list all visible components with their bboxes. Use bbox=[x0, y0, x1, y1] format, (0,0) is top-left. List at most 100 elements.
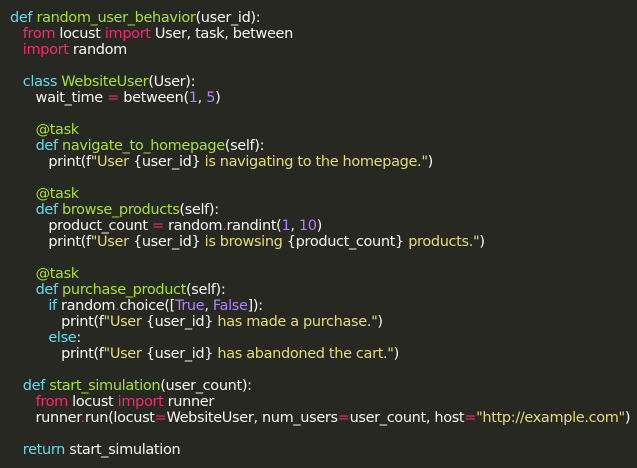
code-token: wait_time bbox=[10, 90, 108, 106]
code-token: navigate_to_homepage bbox=[62, 138, 225, 154]
code-token: print(f bbox=[10, 154, 91, 170]
code-token: product_count bbox=[10, 218, 152, 234]
code-line: if random.choice([True, False]): bbox=[10, 298, 637, 314]
code-token: {user_id} bbox=[132, 154, 201, 170]
code-token: = bbox=[154, 410, 167, 426]
code-token: True bbox=[174, 298, 205, 314]
code-token: {user_id} bbox=[145, 314, 214, 330]
code-token: (self): bbox=[224, 138, 265, 154]
code-line: def browse_products(self): bbox=[10, 202, 637, 218]
code-token: user_count, host bbox=[349, 410, 465, 426]
code-line: def start_simulation(user_count): bbox=[10, 378, 637, 394]
code-token: if bbox=[48, 298, 57, 314]
code-line: class WebsiteUser(User): bbox=[10, 74, 637, 90]
code-token: @task bbox=[35, 122, 80, 138]
code-token: def bbox=[35, 138, 59, 154]
code-token: start_simulation bbox=[49, 378, 161, 394]
code-token: start_simulation bbox=[65, 442, 181, 458]
code-line: else: bbox=[10, 330, 637, 346]
code-block: def random_user_behavior(user_id): from … bbox=[10, 10, 637, 458]
code-token: "User bbox=[103, 314, 146, 330]
code-token: def bbox=[22, 378, 46, 394]
code-token: ) bbox=[479, 234, 485, 250]
code-token: from bbox=[35, 394, 69, 410]
code-token: (user_count): bbox=[160, 378, 252, 394]
code-token: has made a purchase." bbox=[213, 314, 378, 330]
code-token: locust bbox=[67, 394, 118, 410]
code-token: "User bbox=[103, 346, 146, 362]
code-token: "User bbox=[90, 154, 133, 170]
code-line: def navigate_to_homepage(self): bbox=[10, 138, 637, 154]
code-token: , bbox=[204, 298, 213, 314]
code-token: ) bbox=[377, 314, 383, 330]
code-token: import bbox=[104, 26, 151, 42]
code-token: random bbox=[163, 218, 223, 234]
code-token: browse_products bbox=[62, 202, 180, 218]
code-line: from locust import User, task, between bbox=[10, 26, 637, 42]
code-token: import bbox=[22, 42, 69, 58]
code-token: return bbox=[22, 442, 66, 458]
code-token: = bbox=[151, 218, 164, 234]
code-token: (self): bbox=[186, 282, 226, 298]
code-token: random bbox=[56, 298, 116, 314]
code-token: WebsiteUser bbox=[61, 74, 149, 90]
code-token: def bbox=[10, 10, 33, 26]
code-token: between( bbox=[118, 90, 189, 106]
code-line: @task bbox=[10, 122, 637, 138]
code-token: random bbox=[68, 42, 128, 58]
code-token: {product_count} bbox=[286, 234, 404, 250]
code-token: ) bbox=[427, 154, 434, 170]
code-token: ) bbox=[393, 346, 400, 362]
code-token: run(locust bbox=[84, 410, 155, 426]
code-line: import random bbox=[10, 42, 637, 58]
code-token: locust bbox=[55, 26, 105, 42]
code-line: return start_simulation bbox=[10, 442, 637, 458]
code-token: "http://example.com" bbox=[476, 410, 625, 426]
code-token: @task bbox=[35, 266, 80, 282]
code-token: print(f bbox=[10, 234, 91, 250]
code-token: 5 bbox=[206, 90, 216, 106]
code-line: print(f"User {user_id} is browsing {prod… bbox=[10, 234, 637, 250]
code-token: = bbox=[107, 90, 119, 106]
code-token: runner bbox=[10, 410, 81, 426]
code-token: random_user_behavior bbox=[36, 10, 196, 26]
code-token: "User bbox=[90, 234, 133, 250]
code-token: {user_id} bbox=[132, 234, 201, 250]
code-token: has abandoned the cart." bbox=[213, 346, 394, 362]
code-token: print(f bbox=[10, 314, 104, 330]
code-token: False bbox=[212, 298, 248, 314]
code-line: from locust import runner bbox=[10, 394, 637, 410]
code-line: def random_user_behavior(user_id): bbox=[10, 10, 637, 26]
code-token: @task bbox=[35, 186, 80, 202]
code-editor[interactable]: def random_user_behavior(user_id): from … bbox=[0, 0, 637, 468]
code-line: @task bbox=[10, 186, 637, 202]
code-token: 10 bbox=[298, 218, 317, 234]
code-token: , bbox=[290, 218, 299, 234]
code-token: ) bbox=[215, 90, 221, 106]
code-line: def purchase_product(self): bbox=[10, 282, 637, 298]
code-line: print(f"User {user_id} has abandoned the… bbox=[10, 346, 637, 362]
code-line: product_count = random.randint(1, 10) bbox=[10, 218, 637, 234]
code-token: def bbox=[35, 202, 59, 218]
code-token: is browsing bbox=[200, 234, 287, 250]
code-token: {user_id} bbox=[145, 346, 214, 362]
code-token: : bbox=[76, 330, 81, 346]
code-token: = bbox=[464, 410, 477, 426]
code-token: WebsiteUser, num_users bbox=[166, 410, 338, 426]
code-token: (User): bbox=[148, 74, 196, 90]
code-line: wait_time = between(1, 5) bbox=[10, 90, 637, 106]
